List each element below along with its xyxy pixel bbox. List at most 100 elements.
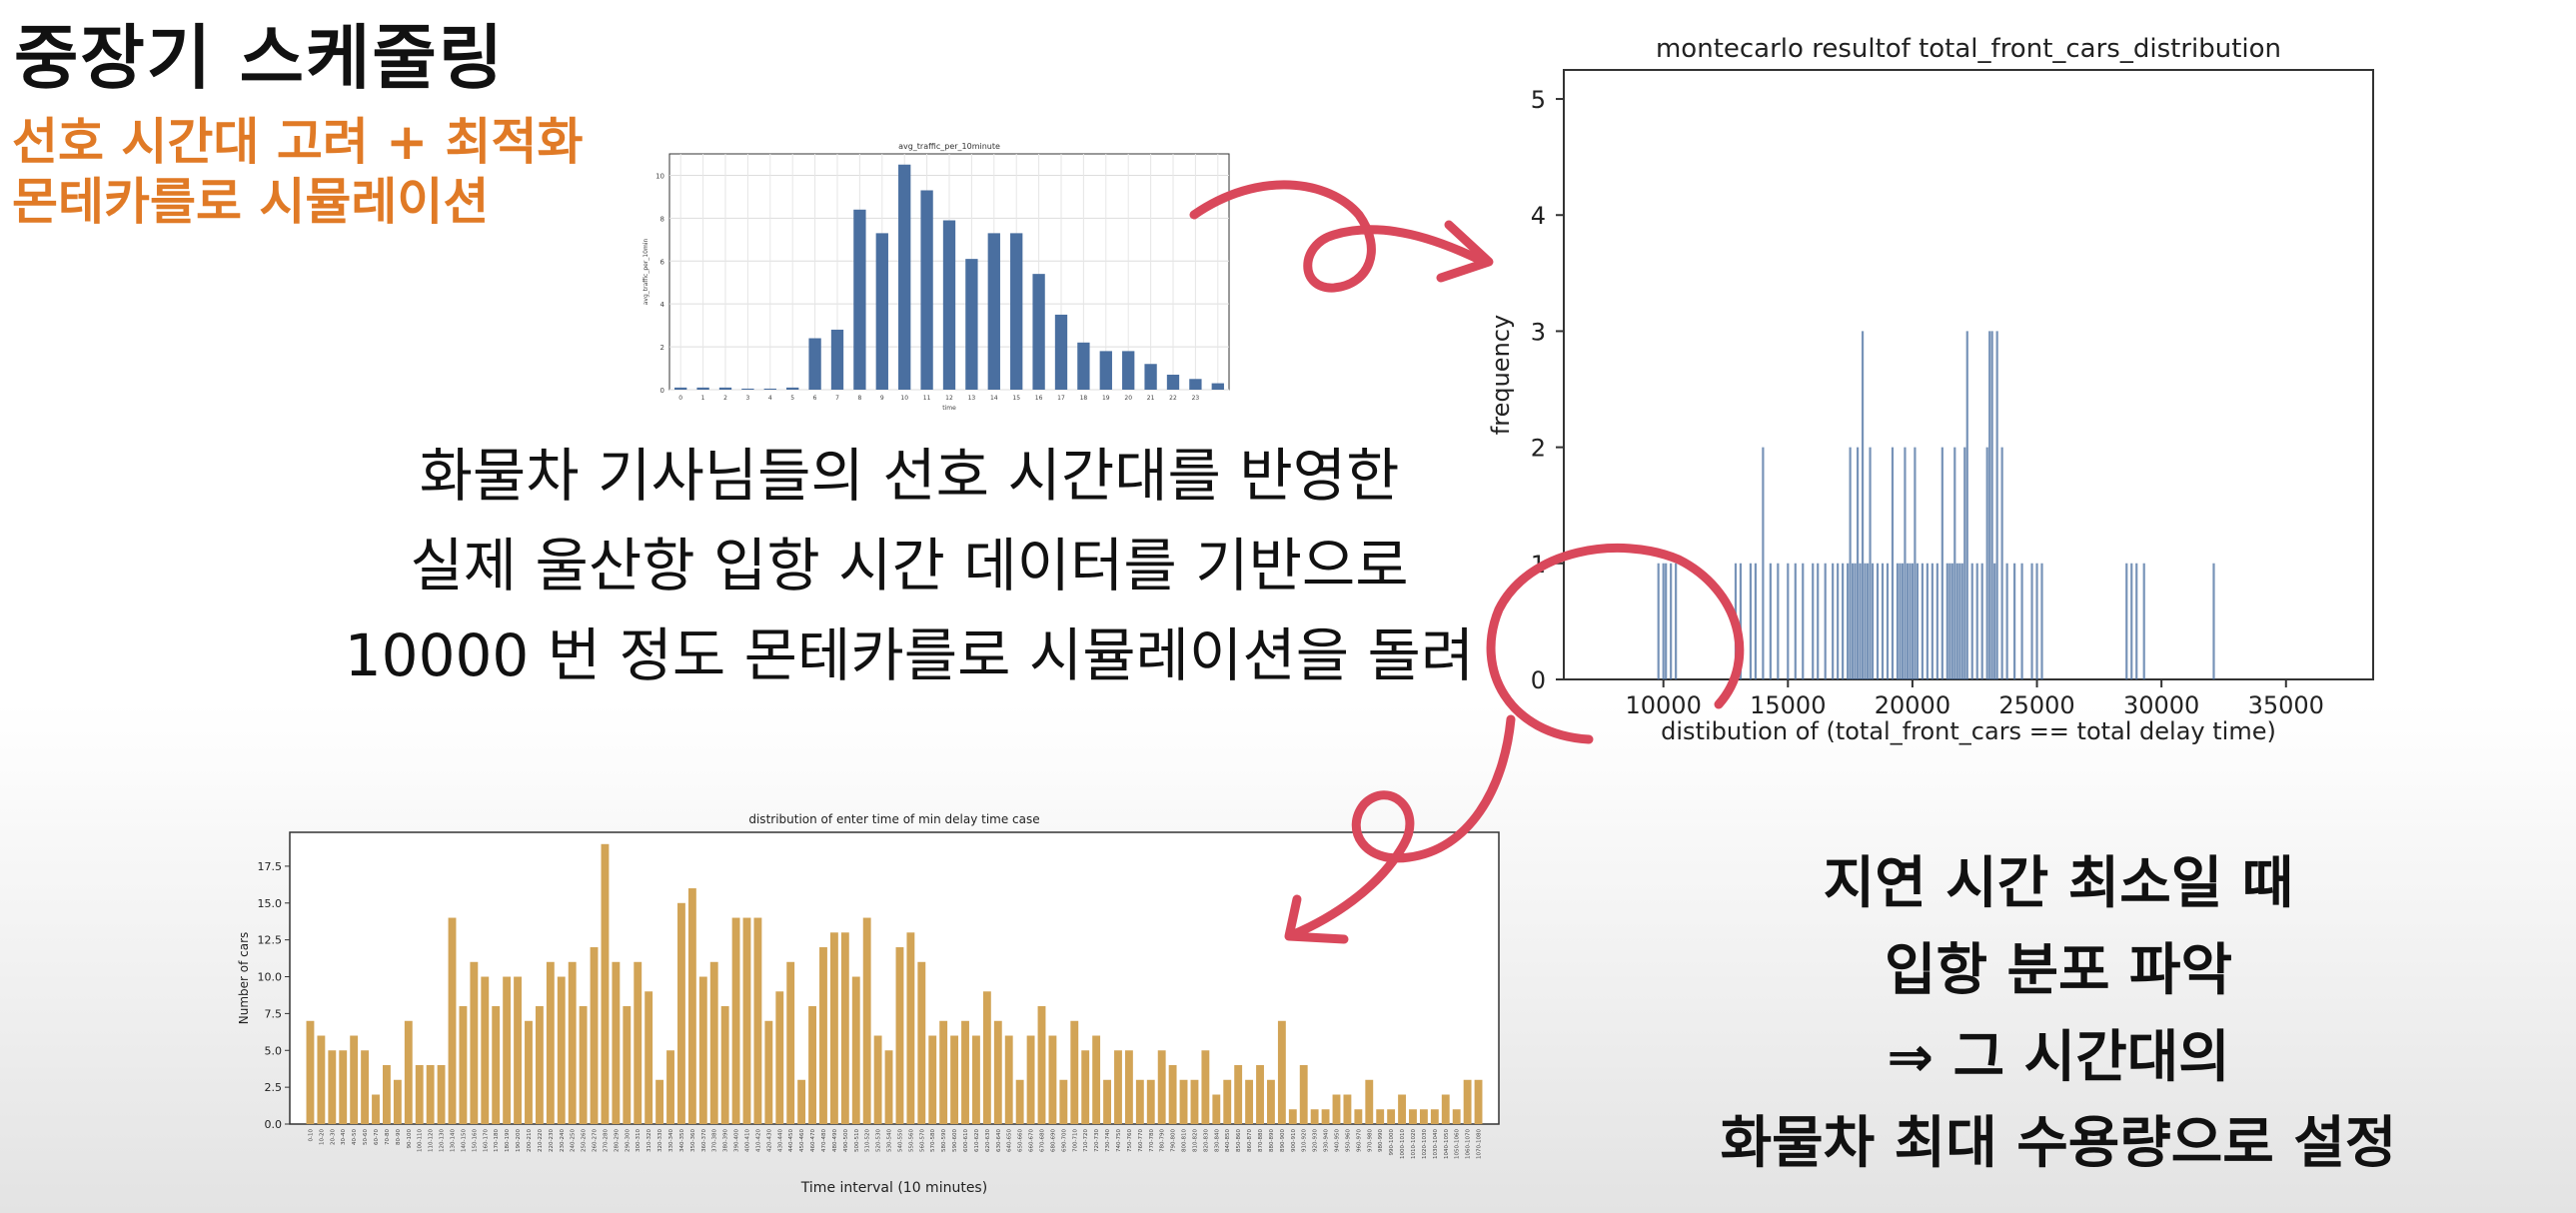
bar [898,164,911,390]
x-tick-label: 50-60 [363,1129,369,1145]
x-tick-label: 1050-1060 [1455,1129,1461,1159]
x-tick-label: 380-390 [723,1129,729,1152]
x-tick-label: 20-30 [330,1129,336,1145]
bar [1387,1109,1396,1124]
bar [1048,1035,1057,1124]
x-tick-label: 680-690 [1050,1129,1056,1152]
y-tick-label: 2.5 [265,1081,283,1094]
bar [972,1035,980,1124]
x-tick-label: 480-490 [832,1129,838,1152]
x-tick-label: 990-1000 [1389,1129,1395,1156]
y-tick-label: 4 [660,301,665,309]
x-tick-label: 430-440 [777,1129,783,1152]
x-tick-label: 180-190 [505,1129,511,1152]
y-tick-label: 8 [660,215,664,223]
x-axis-label: distibution of (total_front_cars == tota… [1661,717,2276,745]
x-tick-label: 770-780 [1149,1129,1155,1152]
bar [687,888,696,1124]
bar [942,220,956,390]
bar [1211,383,1224,390]
x-tick-label: 840-850 [1225,1129,1231,1152]
bar [590,947,599,1124]
x-tick-label: 14 [990,395,998,402]
x-tick-label: 9 [880,395,884,402]
bar [666,1050,674,1124]
x-tick-label: 21 [1147,395,1155,402]
x-tick-label: 7 [835,395,839,402]
x-tick-label: 530-540 [887,1129,893,1152]
bar [306,1020,315,1124]
bar [718,387,732,390]
x-tick-label: 560-570 [919,1129,925,1152]
x-tick-label: 2 [723,395,727,402]
bar [503,976,512,1124]
x-tick-label: 740-750 [1116,1129,1122,1152]
x-tick-label: 1070-1080 [1477,1129,1483,1159]
x-tick-label: 830-840 [1214,1129,1220,1152]
bar [350,1035,359,1124]
x-tick-label: 270-280 [603,1129,609,1152]
x-tick-label: 1030-1040 [1433,1129,1439,1159]
bar [920,190,933,390]
description-line-1: 화물차 기사님들의 선호 시간대를 반영한 [419,442,1400,510]
x-tick-label: 110-120 [429,1129,435,1152]
bar [1365,1079,1374,1124]
x-tick-label: 870-880 [1258,1129,1264,1152]
bar [1277,1020,1286,1124]
bar [1054,314,1068,390]
bar [993,1020,1002,1124]
x-tick-label: 650-660 [1018,1129,1024,1152]
x-tick-label: 690-700 [1061,1129,1067,1152]
x-tick-label: 10 [900,395,908,402]
x-tick-label: 940-950 [1335,1129,1341,1152]
x-tick-label: 0 [678,395,682,402]
bar [393,1079,402,1124]
bar [1179,1079,1188,1124]
bar [525,1020,533,1124]
x-tick-label: 10-20 [319,1129,325,1145]
x-tick-label: 760-770 [1138,1129,1144,1152]
x-tick-label: 580-590 [941,1129,947,1152]
x-tick-label: 420-430 [766,1129,772,1152]
bar [546,961,555,1124]
bar [383,1065,391,1124]
x-tick-label: 370-380 [712,1129,718,1152]
bar [1332,1094,1341,1124]
bar [1070,1020,1079,1124]
y-tick-label: 2 [1531,435,1546,463]
bar [1310,1109,1319,1124]
bar [1103,1079,1111,1124]
subtitle-line-2: 몬테카를로 시뮬레이션 [12,173,490,231]
y-tick-label: 10 [655,172,664,180]
x-tick-label: 17 [1057,395,1065,402]
bar [481,976,490,1124]
bar [950,1035,959,1124]
bar [1146,1079,1155,1124]
x-tick-label: 220-230 [549,1129,555,1152]
x-tick-label: 3 [745,395,749,402]
bar [720,1006,729,1124]
bar [829,932,838,1124]
chart-title: distribution of enter time of min delay … [748,812,1039,826]
x-tick-label: 4 [768,395,772,402]
montecarlo-chart: montecarlo resultof total_front_cars_dis… [1487,34,2374,745]
x-tick-label: 340-350 [679,1129,685,1152]
x-tick-label: 160-170 [483,1129,489,1152]
bar [982,991,991,1124]
x-tick-label: 8 [857,395,861,402]
x-tick-label: 210-220 [538,1129,544,1152]
x-tick-label: 630-640 [996,1129,1002,1152]
x-tick-label: 860-870 [1247,1129,1253,1152]
y-tick-label: 5 [1531,86,1546,114]
bar [1189,379,1202,390]
x-tick-label: 440-450 [788,1129,794,1152]
y-tick-label: 6 [660,258,665,266]
bar [808,338,821,390]
x-tick-label: 230-240 [560,1129,566,1152]
bar [895,947,904,1124]
x-tick-label: 1010-1020 [1411,1129,1417,1159]
bar [696,387,709,390]
x-tick-label: 920-930 [1313,1129,1319,1152]
x-tick-label: 790-800 [1171,1129,1177,1152]
y-tick-label: 2 [660,344,664,352]
